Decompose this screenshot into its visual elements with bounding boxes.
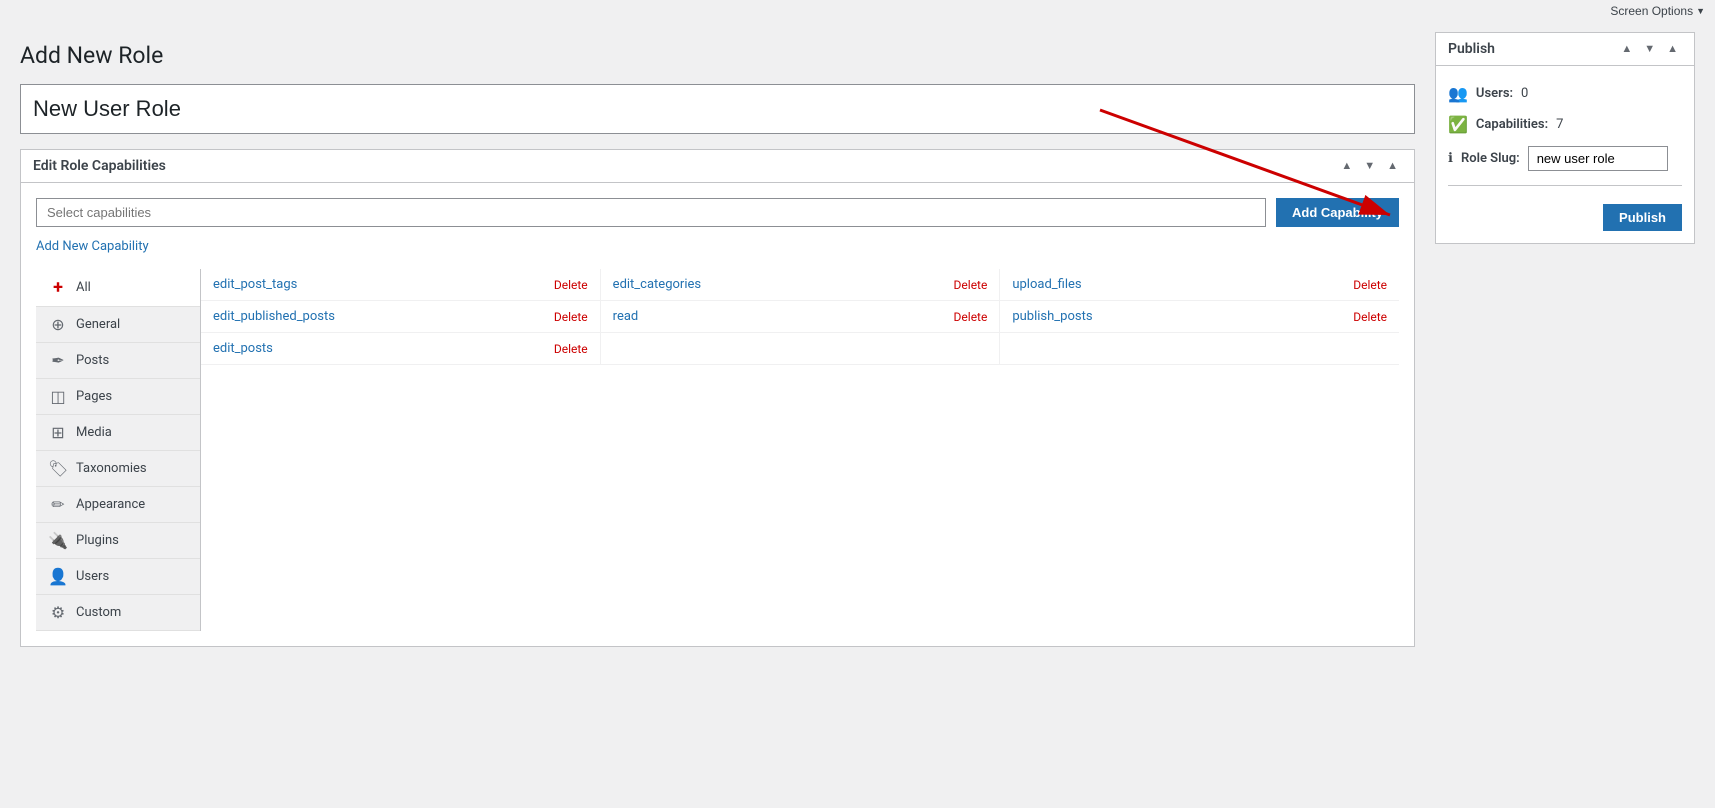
role-slug-row: ℹ Role Slug: bbox=[1448, 140, 1682, 177]
cap-cell-1-col3: publish_posts Delete bbox=[1000, 301, 1399, 332]
sidebar-item-taxonomies[interactable]: 🏷 Taxonomies bbox=[36, 451, 200, 487]
users-icon: 👥 bbox=[1448, 84, 1468, 103]
sidebar-item-appearance[interactable]: ✏ Appearance bbox=[36, 487, 200, 523]
cap-name-edit_post_tags[interactable]: edit_post_tags bbox=[213, 277, 297, 292]
cap-cell-0-col3: upload_files Delete bbox=[1000, 269, 1399, 300]
capabilities-check-icon: ✅ bbox=[1448, 115, 1468, 134]
sidebar-item-plugins[interactable]: 🔌 Plugins bbox=[36, 523, 200, 559]
table-row: edit_published_postsDeletereadDeletepubl… bbox=[201, 301, 1399, 333]
add-new-capability-link[interactable]: Add New Capability bbox=[36, 239, 149, 254]
publish-panel-controls: ▲ ▼ ▲ bbox=[1617, 41, 1682, 57]
sidebar-item-label-pages: Pages bbox=[76, 389, 112, 404]
cap-cell-2-col3 bbox=[1000, 333, 1399, 364]
capabilities-panel-body: Add Capability Add New Capability + All ⊕ G… bbox=[21, 183, 1414, 646]
sidebar-item-users[interactable]: 👤 Users bbox=[36, 559, 200, 595]
plugins-icon: 🔌 bbox=[48, 531, 68, 550]
cap-name-edit_categories[interactable]: edit_categories bbox=[613, 277, 701, 292]
select-capabilities-input[interactable] bbox=[36, 198, 1266, 227]
capabilities-info-row: ✅ Capabilities: 7 bbox=[1448, 109, 1682, 140]
users-icon: 👤 bbox=[48, 567, 68, 586]
screen-options-button[interactable]: Screen Options bbox=[1610, 4, 1705, 18]
cap-delete-edit_post_tags[interactable]: Delete bbox=[554, 278, 588, 292]
role-slug-info-icon: ℹ bbox=[1448, 151, 1453, 166]
cap-delete-edit_published_posts[interactable]: Delete bbox=[554, 310, 588, 324]
role-slug-input[interactable] bbox=[1528, 146, 1668, 171]
all-icon: + bbox=[48, 277, 68, 298]
taxonomies-icon: 🏷 bbox=[48, 459, 68, 478]
capabilities-grid: edit_post_tags Delete edit_categories Delet… bbox=[201, 269, 1399, 631]
cap-delete-edit_categories[interactable]: Delete bbox=[954, 278, 988, 292]
cap-delete-edit_posts[interactable]: Delete bbox=[554, 342, 588, 356]
role-slug-label: Role Slug: bbox=[1461, 151, 1520, 166]
sidebar-item-label-general: General bbox=[76, 317, 120, 332]
cap-delete-upload_files[interactable]: Delete bbox=[1353, 278, 1387, 292]
capabilities-layout: + All ⊕ General ✒ Posts ◫ Pages ⊞ Media 🏷 Taxonomie… bbox=[36, 269, 1399, 631]
panel-controls: ▲ ▼ ▲ bbox=[1337, 158, 1402, 174]
cap-cell-2-col1: edit_posts Delete bbox=[201, 333, 601, 364]
sidebar-item-label-appearance: Appearance bbox=[76, 497, 145, 512]
publish-button-row: Publish bbox=[1448, 194, 1682, 231]
add-capability-button[interactable]: Add Capability bbox=[1276, 198, 1399, 227]
add-capability-row: Add Capability bbox=[36, 198, 1399, 227]
media-icon: ⊞ bbox=[48, 423, 68, 442]
cap-name-publish_posts[interactable]: publish_posts bbox=[1012, 309, 1092, 324]
sidebar-item-label-taxonomies: Taxonomies bbox=[76, 461, 147, 476]
cap-cell-2-col2 bbox=[601, 333, 1001, 364]
table-row: edit_post_tags Delete edit_categories Delet… bbox=[201, 269, 1399, 301]
sidebar-item-custom[interactable]: ⚙ Custom bbox=[36, 595, 200, 631]
sidebar-item-all[interactable]: + All bbox=[36, 269, 200, 307]
publish-box-body: 👥 Users: 0 ✅ Capabilities: 7 ℹ Role Slug… bbox=[1436, 66, 1694, 243]
appearance-icon: ✏ bbox=[48, 495, 68, 514]
sidebar-item-label-users: Users bbox=[76, 569, 109, 584]
publish-button[interactable]: Publish bbox=[1603, 204, 1682, 231]
page-title: Add New Role bbox=[20, 32, 1415, 69]
capabilities-panel: Edit Role Capabilities ▲ ▼ ▲ Add Capabil… bbox=[20, 149, 1415, 647]
publish-box-header: Publish ▲ ▼ ▲ bbox=[1436, 33, 1694, 66]
publish-toggle-btn[interactable]: ▲ bbox=[1663, 41, 1682, 57]
posts-icon: ✒ bbox=[48, 351, 68, 370]
sidebar-item-general[interactable]: ⊕ General bbox=[36, 307, 200, 343]
table-row: edit_posts Delete bbox=[201, 333, 1399, 365]
pages-icon: ◫ bbox=[48, 387, 68, 406]
capabilities-panel-title: Edit Role Capabilities bbox=[33, 158, 166, 174]
publish-box: Publish ▲ ▼ ▲ 👥 Users: 0 ✅ Capabilities:… bbox=[1435, 32, 1695, 244]
cap-name-read[interactable]: read bbox=[613, 309, 639, 324]
general-icon: ⊕ bbox=[48, 315, 68, 334]
publish-collapse-down-btn[interactable]: ▼ bbox=[1640, 41, 1659, 57]
role-name-input[interactable] bbox=[20, 84, 1415, 134]
users-label: Users: bbox=[1476, 86, 1513, 101]
users-info-row: 👥 Users: 0 bbox=[1448, 78, 1682, 109]
sidebar-item-label-posts: Posts bbox=[76, 353, 109, 368]
cap-delete-publish_posts[interactable]: Delete bbox=[1353, 310, 1387, 324]
cap-name-edit_published_posts[interactable]: edit_published_posts bbox=[213, 309, 335, 324]
sidebar-item-pages[interactable]: ◫ Pages bbox=[36, 379, 200, 415]
cap-name-edit_posts[interactable]: edit_posts bbox=[213, 341, 273, 356]
panel-toggle-btn[interactable]: ▲ bbox=[1383, 158, 1402, 174]
users-count: 0 bbox=[1521, 86, 1528, 101]
cap-cell-1-col1: edit_published_posts Delete bbox=[201, 301, 601, 332]
sidebar-item-posts[interactable]: ✒ Posts bbox=[36, 343, 200, 379]
publish-collapse-up-btn[interactable]: ▲ bbox=[1617, 41, 1636, 57]
sidebar-item-label-media: Media bbox=[76, 425, 112, 440]
cap-cell-1-col2: read Delete bbox=[601, 301, 1001, 332]
capabilities-label: Capabilities: bbox=[1476, 117, 1548, 132]
panel-collapse-down-btn[interactable]: ▼ bbox=[1360, 158, 1379, 174]
sidebar-item-label-custom: Custom bbox=[76, 605, 121, 620]
cap-delete-read[interactable]: Delete bbox=[954, 310, 988, 324]
capabilities-panel-header: Edit Role Capabilities ▲ ▼ ▲ bbox=[21, 150, 1414, 183]
panel-collapse-up-btn[interactable]: ▲ bbox=[1337, 158, 1356, 174]
capabilities-count: 7 bbox=[1556, 117, 1563, 132]
cap-cell-0-col2: edit_categories Delete bbox=[601, 269, 1001, 300]
sidebar-item-label-plugins: Plugins bbox=[76, 533, 119, 548]
publish-divider bbox=[1448, 185, 1682, 186]
publish-box-title: Publish bbox=[1448, 41, 1495, 57]
sidebar-item-label-all: All bbox=[76, 280, 91, 295]
category-sidebar: + All ⊕ General ✒ Posts ◫ Pages ⊞ Media 🏷 Taxonomie… bbox=[36, 269, 201, 631]
custom-icon: ⚙ bbox=[48, 603, 68, 622]
sidebar-item-media[interactable]: ⊞ Media bbox=[36, 415, 200, 451]
cap-name-upload_files[interactable]: upload_files bbox=[1012, 277, 1081, 292]
cap-cell-0-col1: edit_post_tags Delete bbox=[201, 269, 601, 300]
